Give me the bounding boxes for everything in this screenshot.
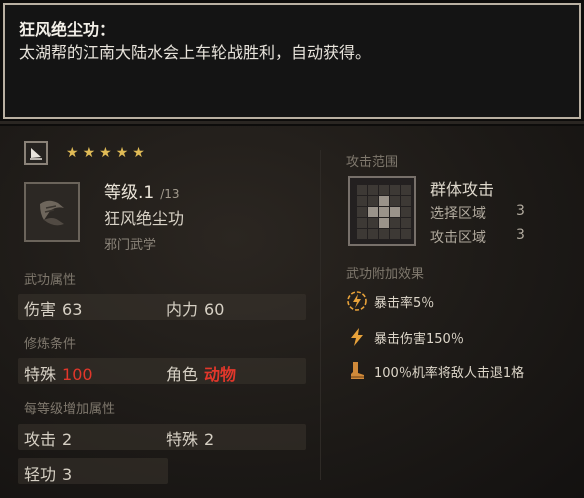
- boot-icon: [346, 360, 368, 382]
- special-growth-label: 特殊: [166, 430, 199, 449]
- attack-growth-value: 2: [62, 430, 73, 449]
- attack-range-grid: [348, 176, 416, 246]
- effect-crit-rate-text: 暴击率5％: [374, 295, 435, 311]
- effect-crit-damage: 暴击伤害150％: [346, 326, 464, 348]
- star-icon: ★: [99, 145, 112, 161]
- requirements-heading: 修炼条件: [24, 337, 77, 352]
- effect-crit-rate: 暴击率5％: [346, 290, 434, 312]
- per-level-heading: 每等级增加属性: [24, 402, 116, 417]
- lightning-circle-icon: [346, 290, 368, 312]
- skill-level: 等级.1/13: [104, 178, 180, 203]
- effects-heading: 武功附加效果: [346, 267, 425, 282]
- level-max: /13: [160, 187, 180, 201]
- damage-value: 63: [62, 300, 83, 319]
- skill-name: 狂风绝尘功: [104, 209, 185, 228]
- select-area-label: 选择区域: [430, 206, 486, 222]
- skill-tooltip: 狂风绝尘功： 太湖帮的江南大陆水会上车轮战胜利，自动获得。: [3, 3, 581, 119]
- damage-label: 伤害: [24, 300, 57, 319]
- star-icon: ★: [115, 145, 129, 161]
- select-area-value: 3: [516, 203, 525, 219]
- attack-growth-label: 攻击: [24, 430, 57, 449]
- special-requirement: 特殊 100: [24, 361, 93, 385]
- lightning-icon: [346, 326, 368, 348]
- tooltip-title: 狂风绝尘功：: [19, 20, 116, 39]
- agility-growth: 轻功 3: [24, 461, 72, 485]
- inner-power-label: 内力: [166, 300, 199, 319]
- star-icon: ★: [82, 145, 96, 161]
- tooltip-description: 太湖帮的江南大陆水会上车轮战胜利，自动获得。: [19, 43, 372, 62]
- inner-power-stat: 内力 60: [166, 296, 224, 320]
- agility-growth-label: 轻功: [24, 465, 57, 484]
- star-icon: ★: [66, 145, 79, 161]
- special-growth-value: 2: [204, 430, 215, 449]
- range-heading: 攻击范围: [346, 155, 399, 170]
- attack-area-label: 攻击区域: [430, 230, 486, 246]
- inner-power-value: 60: [204, 300, 225, 319]
- attributes-heading: 武功属性: [24, 273, 77, 288]
- role-req-label: 角色: [166, 365, 199, 384]
- special-req-value: 100: [62, 365, 93, 384]
- effect-crit-damage-text: 暴击伤害150％: [374, 331, 464, 347]
- agility-growth-value: 3: [62, 465, 73, 484]
- tooltip-separator: [0, 121, 584, 124]
- star-icon: ★: [132, 145, 145, 161]
- range-type: 群体攻击: [430, 180, 495, 199]
- star-rating: ★ ★ ★ ★ ★: [66, 145, 145, 161]
- scroll-icon: [24, 182, 80, 242]
- level-label: 等级.1: [104, 183, 155, 203]
- effect-knockback: 100％机率将敌人击退1格: [346, 360, 524, 382]
- skill-school: 邪门武学: [104, 238, 157, 253]
- damage-stat: 伤害 63: [24, 296, 82, 320]
- select-area: 选择区域 3: [430, 203, 525, 223]
- special-growth: 特殊 2: [166, 426, 214, 450]
- attack-area-value: 3: [516, 227, 525, 243]
- effect-knockback-text: 100％机率将敌人击退1格: [374, 365, 525, 381]
- attack-growth: 攻击 2: [24, 426, 72, 450]
- sail-icon: [24, 141, 48, 165]
- role-requirement: 角色 动物: [166, 361, 236, 385]
- role-req-value: 动物: [204, 365, 237, 384]
- attack-area: 攻击区域 3: [430, 227, 525, 247]
- special-req-label: 特殊: [24, 365, 57, 384]
- column-divider: [320, 150, 321, 480]
